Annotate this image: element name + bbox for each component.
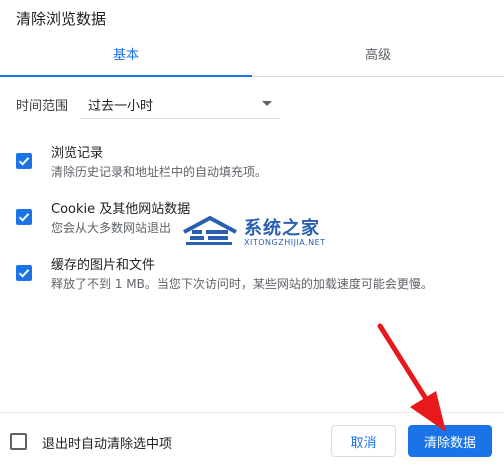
dialog-title: 清除浏览数据 bbox=[16, 10, 107, 28]
active-tab-indicator bbox=[0, 75, 252, 77]
checkmark-icon bbox=[18, 157, 30, 166]
checkbox-cookies[interactable] bbox=[16, 209, 32, 225]
cached-files-desc: 释放了不到 1 MB。当您下次访问时，某些网站的加载速度可能会更慢。 bbox=[51, 277, 433, 291]
dialog-footer: 退出时自动清除选中项 取消 清除数据 bbox=[0, 412, 504, 469]
checkbox-browsing-history[interactable] bbox=[16, 153, 32, 169]
cookies-desc: 您会从大多数网站退出 bbox=[51, 221, 172, 235]
auto-clear-label: 退出时自动清除选中项 bbox=[42, 437, 173, 452]
watermark-text: 系统之家 bbox=[244, 218, 320, 239]
checkbox-cached-files[interactable] bbox=[16, 265, 32, 281]
watermark-logo-icon bbox=[183, 215, 237, 245]
cached-files-title: 缓存的图片和文件 bbox=[51, 258, 156, 273]
tab-advanced[interactable]: 高级 bbox=[252, 38, 504, 76]
cancel-button[interactable]: 取消 bbox=[331, 425, 396, 457]
checkmark-icon bbox=[18, 269, 30, 278]
dropdown-arrow-icon bbox=[262, 101, 272, 106]
tab-bar: 基本 高级 bbox=[0, 38, 504, 77]
checkmark-icon bbox=[18, 213, 30, 222]
auto-clear-checkbox[interactable] bbox=[10, 433, 27, 450]
time-range-select[interactable]: 过去一小时 bbox=[80, 90, 280, 119]
time-range-label: 时间范围 bbox=[16, 99, 69, 114]
browsing-history-title: 浏览记录 bbox=[51, 146, 104, 161]
cookies-title: Cookie 及其他网站数据 bbox=[51, 202, 191, 217]
tab-basic[interactable]: 基本 bbox=[0, 38, 252, 76]
time-range-value: 过去一小时 bbox=[88, 99, 154, 114]
browsing-history-desc: 清除历史记录和地址栏中的自动填充项。 bbox=[51, 165, 268, 179]
clear-data-button[interactable]: 清除数据 bbox=[408, 425, 492, 457]
watermark-url: XITONGZHIJIA.NET bbox=[244, 238, 326, 247]
